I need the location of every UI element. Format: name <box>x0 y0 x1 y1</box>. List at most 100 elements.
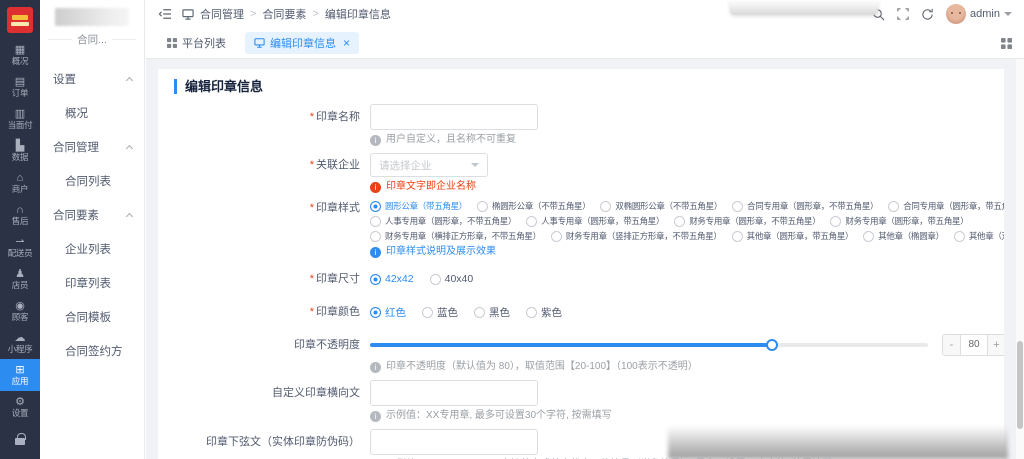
radio-color-black[interactable]: 黑色 <box>474 305 510 320</box>
sidebar-group-contract-elements[interactable]: 合同要素 <box>40 199 144 233</box>
radio-size-42[interactable]: 42x42 <box>370 273 414 285</box>
fullscreen-icon[interactable] <box>897 8 909 20</box>
rail-item-delivery[interactable]: ⇀ 配送员 <box>0 231 40 263</box>
menu-label: 合同管理 <box>53 142 99 154</box>
radio-label: 椭圆形公章（不带五角星） <box>492 200 590 212</box>
rail-item-label: 数据 <box>12 153 28 162</box>
tab-edit-seal-info[interactable]: 编辑印章信息 × <box>245 32 359 54</box>
rail-item-face-pay[interactable]: ▥ 当面付 <box>0 103 40 135</box>
tab-options-icon[interactable] <box>1001 38 1012 49</box>
opacity-value[interactable]: 80 <box>960 335 988 355</box>
collapse-menu-icon[interactable] <box>158 8 172 20</box>
company-select[interactable]: 请选择企业 <box>370 153 488 177</box>
breadcrumb-item[interactable]: 合同管理 <box>200 6 244 22</box>
radio-seal-style[interactable]: 其他章（双椭圆章） <box>954 230 1004 242</box>
content-area: 编辑印章信息 *印章名称 i用户自定义，且名称不可重复 *关联企业 请选择企业 <box>146 59 1016 459</box>
radio-seal-style[interactable]: 椭圆形公章（不带五角星） <box>477 200 590 212</box>
increment-button[interactable]: + <box>988 335 1004 355</box>
info-icon: i <box>370 247 381 258</box>
style-option-row: 财务专用章（横排正方形章，不带五角星） 财务专用章（竖排正方形章，不带五角星） … <box>370 230 988 242</box>
seal-style-options: 圆形公章（带五角星） 椭圆形公章（不带五角星） 双椭圆形公章（不带五角星） 合同… <box>370 200 988 259</box>
sidebar-item-contract-list[interactable]: 合同列表 <box>40 165 144 199</box>
radio-color-red[interactable]: 红色 <box>370 305 406 320</box>
field-seal-color: *印章颜色 红色 蓝色 黑色 紫色 <box>174 300 988 324</box>
rail-item-orders[interactable]: ▤ 订单 <box>0 71 40 103</box>
rail-item-miniprogram[interactable]: ☁ 小程序 <box>0 327 40 359</box>
radio-label: 40x40 <box>445 273 474 285</box>
sidebar-item-overview[interactable]: 概况 <box>40 97 144 131</box>
radio-label: 42x42 <box>385 273 414 285</box>
style-guide-link[interactable]: i印章样式说明及展示效果 <box>370 245 988 259</box>
delivery-icon: ⇀ <box>15 237 24 248</box>
module-logo-blurred <box>55 8 129 26</box>
radio-seal-style[interactable]: 其他章（圆形章，带五角星） <box>732 230 854 242</box>
slider-handle[interactable] <box>766 339 778 351</box>
tab-platform-list[interactable]: 平台列表 <box>158 32 235 54</box>
radio-seal-style[interactable]: 财务专用章（圆形章，不带五角星） <box>674 215 820 227</box>
hint-row: i用户自定义，且名称不可重复 <box>174 133 988 147</box>
scrollbar-thumb[interactable] <box>1017 341 1023 429</box>
decrement-button[interactable]: - <box>943 335 960 355</box>
sidebar-item-contract-template[interactable]: 合同模板 <box>40 301 144 335</box>
avatar <box>946 4 966 24</box>
rail-item-customer[interactable]: ◉ 顾客 <box>0 295 40 327</box>
rail-item-aftersales[interactable]: ∩ 售后 <box>0 199 40 231</box>
sidebar-item-company-list[interactable]: 企业列表 <box>40 233 144 267</box>
module-title-text: 合同... <box>77 32 107 47</box>
grid-icon <box>167 38 177 48</box>
rail-item-merchant[interactable]: ⌂ 商户 <box>0 167 40 199</box>
radio-seal-style[interactable]: 圆形公章（带五角星） <box>370 200 467 212</box>
radio-seal-style[interactable]: 双椭圆形公章（不带五角星） <box>600 200 722 212</box>
radio-color-blue[interactable]: 蓝色 <box>422 305 458 320</box>
field-hint: i示例值：XX专用章, 最多可设置30个字符, 按需填写 <box>370 409 612 423</box>
radio-seal-style[interactable]: 合同专用章（圆形章，不带五角星） <box>732 200 878 212</box>
apps-icon: ⊞ <box>15 365 24 376</box>
radio-color-purple[interactable]: 紫色 <box>526 305 562 320</box>
radio-seal-style[interactable]: 人事专用章（圆形章，不带五角星） <box>370 215 516 227</box>
field-opacity: 印章不透明度 - 80 + <box>174 333 988 357</box>
radio-label: 蓝色 <box>437 305 458 320</box>
horizontal-text-input[interactable] <box>370 380 538 406</box>
seal-name-input[interactable] <box>370 104 538 130</box>
radio-seal-style[interactable]: 人事专用章（圆形章，带五角星） <box>526 215 664 227</box>
required-marker: * <box>310 111 314 123</box>
radio-seal-style[interactable]: 合同专用章（圆形章，带五角星） <box>888 200 1004 212</box>
close-icon[interactable]: × <box>343 37 350 49</box>
topbar-actions: admin <box>872 4 1012 24</box>
breadcrumb-item[interactable]: 合同要素 <box>262 6 306 22</box>
field-label: 印章不透明度 <box>174 333 370 357</box>
radio-label: 黑色 <box>489 305 510 320</box>
rail-item-settings[interactable]: ⚙ 设置 <box>0 391 40 423</box>
user-menu[interactable]: admin <box>946 4 1012 24</box>
sidebar-group-contract-mgmt[interactable]: 合同管理 <box>40 131 144 165</box>
radio-seal-style[interactable]: 财务专用章（横排正方形章，不带五角星） <box>370 230 541 242</box>
radio-label: 财务专用章（竖排正方形章，不带五角星） <box>566 230 722 242</box>
hint-row: i印章文字即企业名称 <box>174 180 988 194</box>
sidebar-group-settings[interactable]: 设置 <box>40 63 144 97</box>
field-seal-size: *印章尺寸 42x42 40x40 <box>174 267 988 291</box>
field-error-hint: i印章文字即企业名称 <box>370 180 476 194</box>
lock-icon-shape <box>15 438 25 445</box>
radio-seal-style[interactable]: 其他章（椭圆章） <box>863 230 944 242</box>
settings-icon: ⚙ <box>15 397 25 408</box>
rail-item-apps[interactable]: ⊞ 应用 <box>0 359 40 391</box>
chevron-up-icon <box>126 145 133 152</box>
radio-icon <box>600 201 611 212</box>
lock-icon[interactable] <box>15 427 25 445</box>
hint-text: 用户自定义，且名称不可重复 <box>386 133 516 147</box>
radio-icon <box>830 216 841 227</box>
sidebar-item-seal-list[interactable]: 印章列表 <box>40 267 144 301</box>
radio-size-40[interactable]: 40x40 <box>430 273 474 285</box>
rail-item-data[interactable]: ▙ 数据 <box>0 135 40 167</box>
sidebar-item-contract-signer[interactable]: 合同签约方 <box>40 335 144 369</box>
rail-item-overview[interactable]: ▦ 概况 <box>0 39 40 71</box>
rail-item-staff[interactable]: ♟ 店员 <box>0 263 40 295</box>
bottom-text-input[interactable] <box>370 429 538 455</box>
refresh-icon[interactable] <box>921 8 934 21</box>
radio-seal-style[interactable]: 财务专用章（竖排正方形章，不带五角星） <box>551 230 722 242</box>
hint-text: 印章不透明度（默认值为 80），取值范围【20-100】（100表示不透明） <box>386 360 698 374</box>
radio-seal-style[interactable]: 财务专用章（圆形章，带五角星） <box>830 215 968 227</box>
brand-logo[interactable] <box>7 7 33 33</box>
opacity-slider[interactable] <box>370 339 928 351</box>
tab-bar: 平台列表 编辑印章信息 × <box>146 28 1024 59</box>
